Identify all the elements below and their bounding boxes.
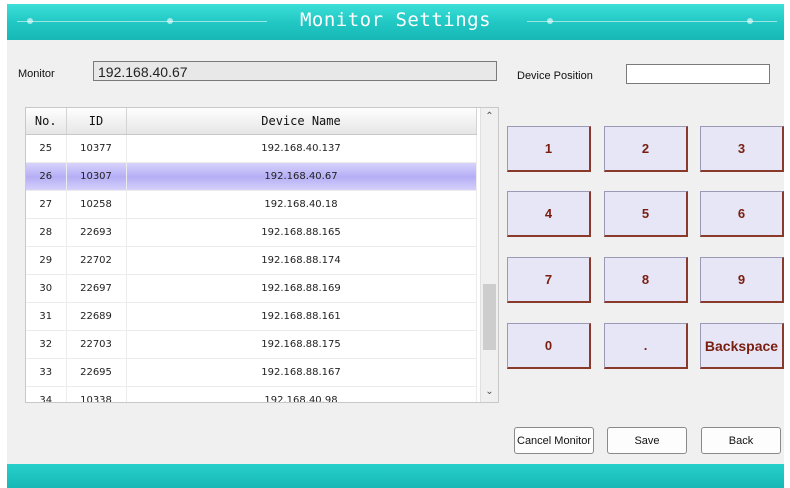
row-id-cell: 22695 [66,358,127,387]
device-position-label: Device Position [517,70,593,82]
row-id-cell: 22697 [66,274,127,303]
column-header-id[interactable]: ID [66,108,127,135]
row-no-cell: 27 [26,190,67,219]
row-id-cell: 10377 [66,134,127,163]
scroll-down-icon[interactable]: ⌄ [481,383,498,400]
scroll-thumb[interactable] [483,284,496,350]
row-device-name-cell: 192.168.88.165 [126,218,477,247]
row-device-name-cell: 192.168.88.169 [126,274,477,303]
row-id-cell: 22693 [66,218,127,247]
keypad-key-5[interactable]: 5 [604,191,688,237]
row-id-cell: 10258 [66,190,127,219]
keypad-key-3[interactable]: 3 [700,126,784,172]
vertical-scrollbar[interactable]: ⌃ ⌄ [480,108,498,402]
monitor-settings-window: Monitor Settings Monitor 192.168.40.67 D… [7,4,784,488]
keypad-key-9[interactable]: 9 [700,257,784,303]
keypad-key-0[interactable]: 0 [507,323,591,369]
monitor-field[interactable]: 192.168.40.67 [93,61,497,81]
row-id-cell: 10338 [66,386,127,402]
monitor-label: Monitor [18,68,55,80]
keypad-key-4[interactable]: 4 [507,191,591,237]
device-table: No. ID Device Name 25 10377 192.168.40.137… [25,107,499,403]
row-id-cell: 22689 [66,302,127,331]
table-row[interactable]: 26 10307 192.168.40.67 [26,162,477,191]
keypad-key-8[interactable]: 8 [604,257,688,303]
row-device-name-cell: 192.168.40.67 [126,162,477,191]
row-device-name-cell: 192.168.88.167 [126,358,477,387]
row-device-name-cell: 192.168.88.174 [126,246,477,275]
table-row[interactable]: 29 22702 192.168.88.174 [26,246,477,275]
row-no-cell: 26 [26,162,67,191]
scroll-up-icon[interactable]: ⌃ [481,108,498,125]
device-position-input[interactable] [626,64,770,84]
keypad-key-1[interactable]: 1 [507,126,591,172]
save-button[interactable]: Save [607,427,687,454]
row-device-name-cell: 192.168.40.18 [126,190,477,219]
row-no-cell: 32 [26,330,67,359]
keypad-key-backspace[interactable]: Backspace [700,323,784,369]
table-row[interactable]: 33 22695 192.168.88.167 [26,358,477,387]
keypad-key-7[interactable]: 7 [507,257,591,303]
row-id-cell: 22702 [66,246,127,275]
table-row[interactable]: 30 22697 192.168.88.169 [26,274,477,303]
row-no-cell: 34 [26,386,67,402]
keypad-key-2[interactable]: 2 [604,126,688,172]
keypad-key-6[interactable]: 6 [700,191,784,237]
row-device-name-cell: 192.168.40.98 [126,386,477,402]
table-row[interactable]: 32 22703 192.168.88.175 [26,330,477,359]
keypad-key-dot[interactable]: . [604,323,688,369]
window-title: Monitor Settings [299,9,492,31]
cancel-monitor-button[interactable]: Cancel Monitor [514,427,594,454]
footer-bar [7,464,784,488]
row-no-cell: 30 [26,274,67,303]
table-row[interactable]: 25 10377 192.168.40.137 [26,134,477,163]
column-header-no[interactable]: No. [26,108,67,135]
row-id-cell: 22703 [66,330,127,359]
column-header-device-name[interactable]: Device Name [126,108,477,135]
table-row[interactable]: 28 22693 192.168.88.165 [26,218,477,247]
table-header-row: No. ID Device Name [26,108,477,135]
table-row[interactable]: 34 10338 192.168.40.98 [26,386,477,402]
row-id-cell: 10307 [66,162,127,191]
row-no-cell: 25 [26,134,67,163]
table-body: 25 10377 192.168.40.137 26 10307 192.168.40.6… [26,134,477,402]
table-row[interactable]: 27 10258 192.168.40.18 [26,190,477,219]
row-no-cell: 28 [26,218,67,247]
row-no-cell: 29 [26,246,67,275]
row-device-name-cell: 192.168.88.161 [126,302,477,331]
title-bar: Monitor Settings [7,4,784,40]
table-row[interactable]: 31 22689 192.168.88.161 [26,302,477,331]
back-button[interactable]: Back [701,427,781,454]
row-device-name-cell: 192.168.88.175 [126,330,477,359]
row-device-name-cell: 192.168.40.137 [126,134,477,163]
row-no-cell: 33 [26,358,67,387]
row-no-cell: 31 [26,302,67,331]
